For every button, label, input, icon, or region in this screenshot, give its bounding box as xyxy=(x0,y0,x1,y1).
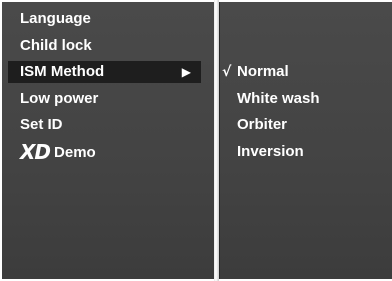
menu-item-label: Demo xyxy=(54,144,96,161)
xd-logo-icon: XD xyxy=(20,140,51,164)
submenu-item-label: Inversion xyxy=(237,143,304,160)
menu-item-label: Low power xyxy=(20,90,99,107)
submenu-item-normal[interactable]: Normal xyxy=(237,61,289,83)
menu-item-label: Child lock xyxy=(20,37,92,54)
menu-item-set-id[interactable]: Set ID xyxy=(8,114,63,136)
submenu-item-orbiter[interactable]: Orbiter xyxy=(237,114,287,136)
menu-item-xd-demo[interactable]: XD Demo xyxy=(8,141,96,163)
submenu-item-label: Orbiter xyxy=(237,116,288,133)
menu-item-label: Set ID xyxy=(20,116,63,133)
submenu-item-inversion[interactable]: Inversion xyxy=(237,141,304,163)
menu-item-label: ISM Method xyxy=(20,63,105,80)
menu-item-child-lock[interactable]: Child lock xyxy=(8,35,92,57)
menu-item-ism-method[interactable]: ISM Method ▶ xyxy=(8,61,201,83)
submenu-item-white-wash[interactable]: White wash xyxy=(237,88,320,110)
menu-item-label: Language xyxy=(20,10,91,27)
check-mark-icon: √ xyxy=(222,64,232,80)
submenu-arrow-icon: ▶ xyxy=(181,65,191,79)
menu-item-language[interactable]: Language xyxy=(8,8,91,30)
submenu-item-label: White wash xyxy=(237,90,320,107)
submenu-item-label: Normal xyxy=(237,63,289,80)
menu-item-low-power[interactable]: Low power xyxy=(8,88,98,110)
